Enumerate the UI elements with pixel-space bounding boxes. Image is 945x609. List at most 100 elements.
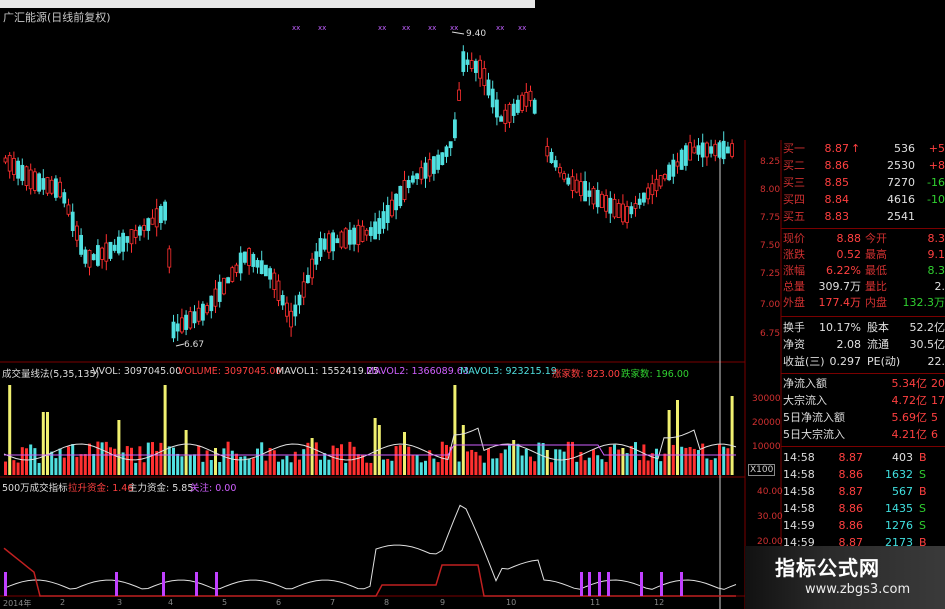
candle-body (419, 167, 424, 180)
volume-bar (545, 450, 549, 475)
candle-body (11, 158, 16, 175)
volume-bar (629, 445, 633, 475)
high-pointer (451, 31, 465, 35)
pull-funds-line (3, 547, 736, 597)
bid-volume: 2530 (887, 159, 915, 172)
tick-side: S (919, 468, 926, 481)
watch-signal-bar (580, 572, 583, 596)
divider (781, 373, 945, 374)
candle-body (150, 217, 155, 225)
candle-body (721, 140, 726, 160)
stat-label: 股本 (867, 321, 889, 334)
volume-bar (222, 448, 226, 475)
volume-bar (394, 446, 398, 475)
candle-body (423, 162, 428, 179)
volume-bar (533, 461, 537, 475)
volume-bar (41, 412, 45, 475)
candle-body (33, 171, 37, 191)
candle-body (117, 236, 121, 254)
svg-text:xx: xx (450, 24, 458, 32)
stat-value: 132.3万 (902, 296, 945, 309)
volume-bar (676, 400, 679, 475)
candle-body (163, 201, 168, 221)
volume-bar (474, 451, 478, 475)
bid-price: 8.84 (824, 193, 850, 206)
candle-body (507, 104, 512, 123)
volume-bar (314, 442, 318, 475)
stat-label: 现价 (783, 232, 805, 245)
volume-panel-name[interactable]: 成交量线法(5,35,135) (2, 366, 99, 380)
candle-body (465, 59, 470, 65)
money-axis-label: 40.00 (757, 487, 783, 497)
volume-bar (407, 446, 411, 475)
volume-bar (230, 450, 234, 475)
candle-body (692, 146, 697, 154)
tick-time: 14:58 (783, 502, 815, 515)
vvol-value: VVOL: 3097045.00 (92, 366, 182, 377)
tick-side: S (919, 502, 926, 515)
candle-body (280, 295, 285, 306)
candle-body (347, 229, 352, 245)
volume-bar (730, 396, 734, 475)
candle-body (591, 187, 596, 205)
stat-label: 换手 (783, 321, 805, 334)
volume-bar (432, 458, 436, 475)
candle-body (625, 206, 629, 223)
candle-body (289, 310, 294, 328)
bid-volume: 2541 (887, 210, 915, 223)
low-pointer (175, 343, 185, 347)
volume-bar (251, 458, 255, 475)
svg-text:xx: xx (292, 24, 300, 32)
volume-bar (608, 446, 612, 475)
candle-body (167, 248, 172, 268)
low-price-label: 6.67 (184, 340, 205, 350)
flow-pct: 5 (931, 411, 938, 424)
candle-body (406, 180, 411, 188)
volume-bar (503, 449, 507, 475)
candle-body (688, 142, 692, 161)
flow-label: 净流入额 (783, 377, 827, 390)
volume-bar (4, 461, 7, 475)
candle-body (511, 103, 516, 116)
volume-bar (634, 442, 637, 475)
candle-body (410, 175, 415, 183)
svg-text:xx: xx (518, 24, 526, 32)
candle-body (133, 229, 138, 238)
volume-bar (272, 450, 276, 475)
bid-price: 8.87 (824, 142, 850, 155)
svg-text:xx: xx (378, 24, 386, 32)
candle-body (713, 143, 718, 157)
candle-body (478, 59, 483, 79)
candle-body (709, 146, 713, 154)
stat-label: 内盘 (865, 296, 887, 309)
volume-bar (705, 458, 709, 475)
price-axis-label: 6.75 (760, 329, 781, 339)
volume-bar (466, 451, 469, 475)
candle-body (352, 227, 357, 245)
volume-bar (613, 444, 616, 475)
date-label: 3 (117, 598, 123, 607)
volume-bar (247, 458, 251, 475)
candle-body (448, 141, 453, 149)
volume-bar (617, 449, 621, 475)
volume-bar (390, 460, 394, 475)
volume-bar (298, 459, 301, 475)
candle-body (373, 221, 378, 240)
volume-bar (537, 442, 541, 475)
candle-body (675, 161, 680, 167)
volume-bar (516, 443, 520, 475)
volume-axis-label: 10000 (752, 442, 781, 452)
date-label: 9 (440, 598, 446, 607)
candle-body (654, 178, 659, 192)
divider (781, 228, 945, 229)
logo-text: 指标公式网 (775, 556, 880, 580)
tick-price: 8.87 (838, 485, 864, 498)
money-panel-name[interactable]: 500万成交指标 (2, 480, 68, 494)
candle-body (247, 248, 252, 266)
volume-bar (142, 462, 146, 475)
logo-url: www.zbgs3.com (805, 582, 911, 597)
volume-bar (688, 447, 692, 475)
candle-body (356, 224, 361, 246)
stat-label: PE(动) (867, 355, 901, 368)
bid-label: 买一 (783, 142, 805, 155)
